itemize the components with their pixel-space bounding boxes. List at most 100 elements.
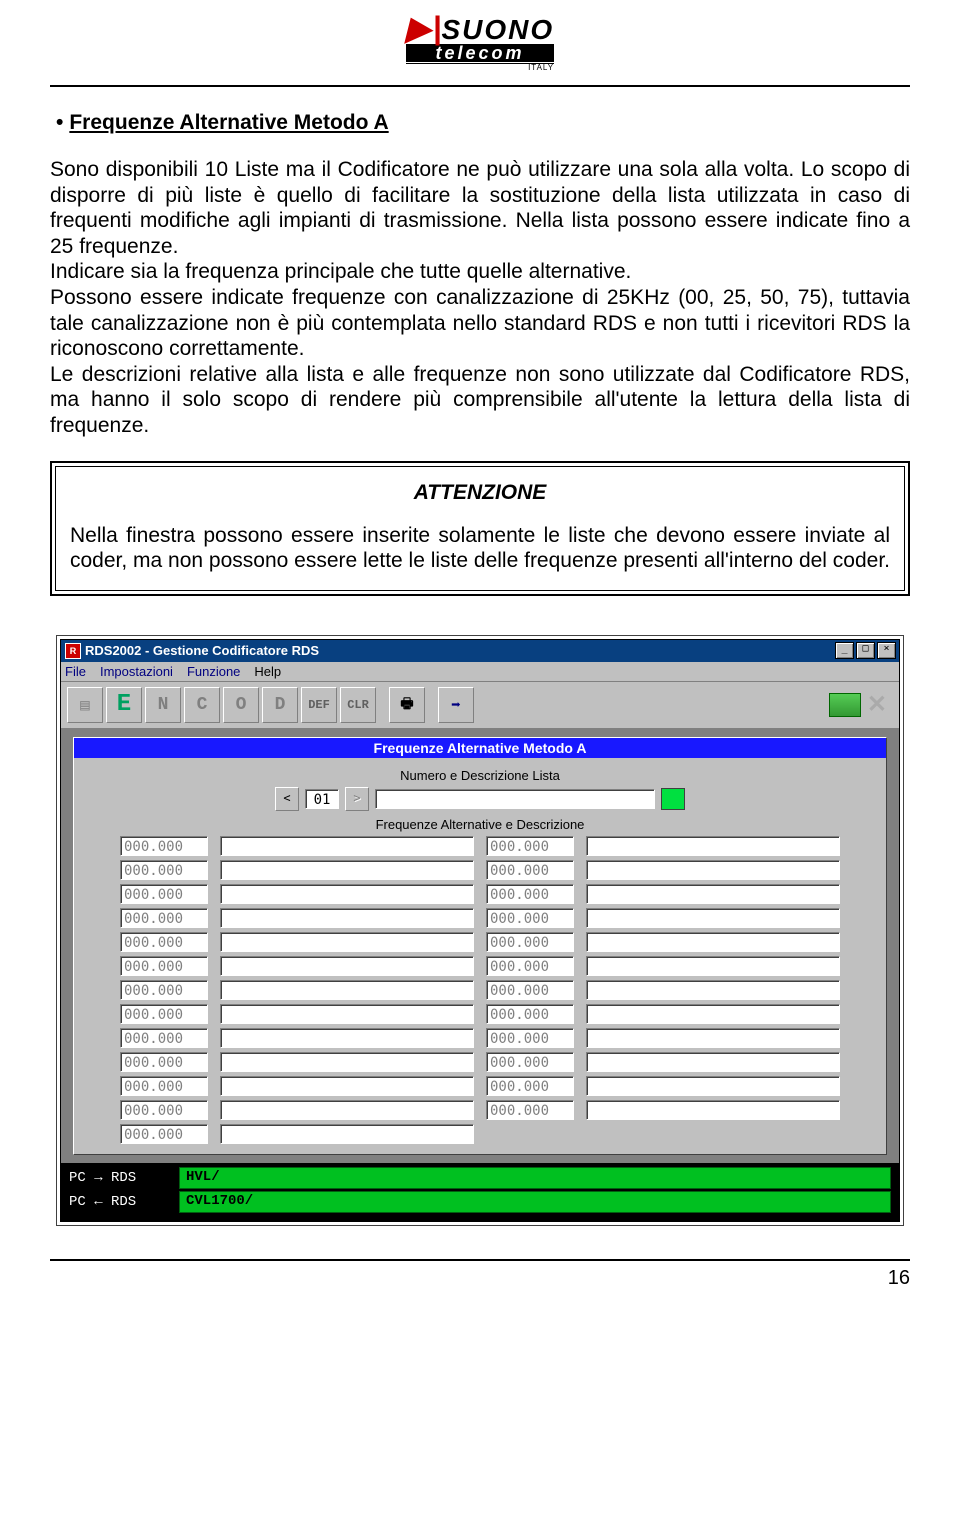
menu-file[interactable]: File	[65, 664, 86, 679]
footer-divider	[50, 1259, 910, 1261]
freq-value-right[interactable]: 000.000	[486, 1004, 574, 1024]
section-list-label: Numero e Descrizione Lista	[90, 768, 870, 783]
freq-desc-right[interactable]	[586, 1100, 840, 1120]
main-panel: Frequenze Alternative Metodo A Numero e …	[73, 737, 887, 1155]
freq-desc-left[interactable]	[220, 1100, 474, 1120]
freq-value-left[interactable]: 000.000	[120, 1076, 208, 1096]
freq-desc-left[interactable]	[220, 980, 474, 1000]
toolbar: ▤ E N C O D DEF CLR 🖶 ➡ ✕	[61, 682, 899, 729]
panel-title: Frequenze Alternative Metodo A	[74, 738, 886, 758]
prev-list-button[interactable]: <	[275, 787, 299, 811]
toolbar-btn-d[interactable]: D	[262, 687, 298, 723]
menu-funzione[interactable]: Funzione	[187, 664, 240, 679]
freq-desc-right[interactable]	[586, 908, 840, 928]
toolbar-btn-o[interactable]: O	[223, 687, 259, 723]
next-list-button[interactable]: >	[345, 787, 369, 811]
section-title: Frequenze Alternative Metodo A	[78, 111, 910, 135]
status-indicator	[661, 788, 685, 810]
freq-desc-right[interactable]	[586, 932, 840, 952]
logo-name: SUONO	[441, 14, 554, 45]
app-window: R RDS2002 - Gestione Codificatore RDS _ …	[57, 636, 903, 1225]
freq-desc-right[interactable]	[586, 836, 840, 856]
freq-desc-right[interactable]	[586, 980, 840, 1000]
toolbar-connect-button[interactable]	[829, 693, 861, 717]
freq-desc-left[interactable]	[220, 884, 474, 904]
freq-value-right[interactable]: 000.000	[486, 884, 574, 904]
logo-country: ITALY	[406, 63, 554, 72]
freq-value-right[interactable]: 000.000	[486, 956, 574, 976]
menu-impostazioni[interactable]: Impostazioni	[100, 664, 173, 679]
freq-desc-left[interactable]	[220, 1076, 474, 1096]
freq-value-right[interactable]: 000.000	[486, 932, 574, 952]
freq-value-left[interactable]: 000.000	[120, 836, 208, 856]
menu-help[interactable]: Help	[254, 664, 281, 679]
header-divider	[50, 85, 910, 87]
attention-box: ATTENZIONE Nella finestra possono essere…	[50, 461, 910, 596]
section-freq-label: Frequenze Alternative e Descrizione	[90, 817, 870, 832]
header-logo: ▶|SUONO telecom ITALY	[50, 12, 910, 75]
freq-desc-right[interactable]	[586, 860, 840, 880]
freq-desc-right[interactable]	[586, 1052, 840, 1072]
freq-value-left[interactable]: 000.000	[120, 980, 208, 1000]
toolbar-btn-1[interactable]: ▤	[67, 687, 103, 723]
freq-value-right[interactable]: 000.000	[486, 908, 574, 928]
freq-value-right[interactable]: 000.000	[486, 1052, 574, 1072]
freq-desc-left[interactable]	[220, 1004, 474, 1024]
status-tx-value: HVL/	[179, 1167, 891, 1189]
freq-value-left[interactable]: 000.000	[120, 956, 208, 976]
freq-value-right[interactable]: 000.000	[486, 1076, 574, 1096]
menubar: File Impostazioni Funzione Help	[61, 662, 899, 682]
freq-desc-left[interactable]	[220, 956, 474, 976]
freq-desc-left[interactable]	[220, 860, 474, 880]
list-description-field[interactable]	[375, 789, 655, 809]
freq-value-right[interactable]: 000.000	[486, 860, 574, 880]
freq-value-right[interactable]: 000.000	[486, 1028, 574, 1048]
toolbar-btn-def[interactable]: DEF	[301, 687, 337, 723]
frequency-grid: 000.000 000.000 000.000 000.000 000.000 000.0…	[90, 836, 870, 1144]
freq-value-right[interactable]: 000.000	[486, 1100, 574, 1120]
freq-desc-left[interactable]	[220, 1052, 474, 1072]
freq-desc-left[interactable]	[220, 1124, 474, 1144]
toolbar-btn-n[interactable]: N	[145, 687, 181, 723]
titlebar: R RDS2002 - Gestione Codificatore RDS _ …	[61, 640, 899, 662]
freq-value-left[interactable]: 000.000	[120, 1004, 208, 1024]
status-rx-label: PC ← RDS	[69, 1194, 179, 1210]
close-button[interactable]: ×	[877, 642, 896, 659]
freq-desc-right[interactable]	[586, 956, 840, 976]
toolbar-btn-e[interactable]: E	[106, 687, 142, 723]
freq-desc-right[interactable]	[586, 1076, 840, 1096]
freq-value-left[interactable]: 000.000	[120, 884, 208, 904]
freq-desc-left[interactable]	[220, 932, 474, 952]
toolbar-disconnect-icon[interactable]: ✕	[867, 690, 887, 719]
freq-desc-right[interactable]	[586, 1004, 840, 1024]
freq-value-left[interactable]: 000.000	[120, 908, 208, 928]
freq-value-left[interactable]: 000.000	[120, 1052, 208, 1072]
freq-value-left[interactable]: 000.000	[120, 932, 208, 952]
freq-desc-left[interactable]	[220, 1028, 474, 1048]
status-rx-value: CVL1700/	[179, 1191, 891, 1213]
statusbar: PC → RDS HVL/ PC ← RDS CVL1700/	[61, 1163, 899, 1221]
freq-desc-right[interactable]	[586, 1028, 840, 1048]
toolbar-btn-print[interactable]: 🖶	[389, 687, 425, 723]
freq-value-left[interactable]: 000.000	[120, 1124, 208, 1144]
attention-title: ATTENZIONE	[70, 481, 890, 505]
minimize-button[interactable]: _	[835, 642, 854, 659]
toolbar-btn-arrow[interactable]: ➡	[438, 687, 474, 723]
attention-body: Nella finestra possono essere inserite s…	[70, 523, 890, 574]
list-number-field[interactable]: 01	[305, 789, 339, 809]
freq-desc-right[interactable]	[586, 884, 840, 904]
freq-value-right[interactable]: 000.000	[486, 836, 574, 856]
toolbar-btn-clr[interactable]: CLR	[340, 687, 376, 723]
client-area: Frequenze Alternative Metodo A Numero e …	[61, 729, 899, 1163]
toolbar-btn-c[interactable]: C	[184, 687, 220, 723]
logo-symbol: ▶|	[406, 10, 444, 46]
maximize-button[interactable]: □	[856, 642, 875, 659]
freq-value-left[interactable]: 000.000	[120, 1100, 208, 1120]
freq-value-right[interactable]: 000.000	[486, 980, 574, 1000]
status-tx-label: PC → RDS	[69, 1170, 179, 1186]
app-icon: R	[65, 643, 81, 659]
freq-value-left[interactable]: 000.000	[120, 860, 208, 880]
freq-desc-left[interactable]	[220, 908, 474, 928]
freq-desc-left[interactable]	[220, 836, 474, 856]
freq-value-left[interactable]: 000.000	[120, 1028, 208, 1048]
